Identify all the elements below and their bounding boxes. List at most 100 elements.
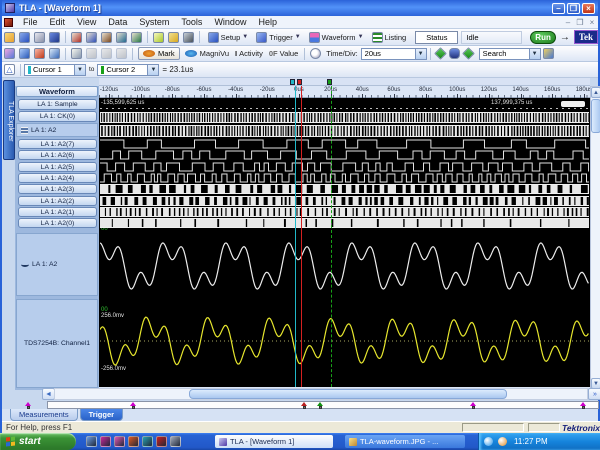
trigger-window-icon[interactable] (101, 32, 112, 43)
cursor-flag[interactable] (327, 79, 332, 85)
quick-launch-icon-2[interactable] (100, 436, 111, 447)
channel-label[interactable]: LA 1: A2(2) (18, 196, 97, 206)
magnivu-button[interactable]: MagniVu (182, 48, 232, 59)
channel-label[interactable]: LA 1: A2(6) (18, 150, 97, 160)
key-icon[interactable] (168, 32, 179, 43)
time-ruler[interactable]: -120us-100us-80us-60us-40us-20us0us20us4… (99, 86, 590, 98)
search-next-icon[interactable] (462, 47, 475, 60)
mark-button[interactable]: Mark (138, 47, 180, 60)
menu-item-system[interactable]: System (133, 16, 175, 28)
listing-window-icon[interactable] (131, 32, 142, 43)
properties-icon[interactable] (71, 48, 82, 59)
quick-launch-icon-6[interactable] (156, 436, 167, 447)
channel-label[interactable]: LA 1: Sample (18, 99, 97, 110)
channel-label[interactable]: LA 1: A2(5) (18, 162, 97, 172)
toolbar-cursor: △ Cursor 1▼ to Cursor 2▼ = 23.1us (2, 62, 598, 78)
highlight-pen-icon[interactable] (153, 32, 164, 43)
timediv-combo[interactable]: 20us▼ (361, 48, 427, 60)
print-icon[interactable] (34, 32, 45, 43)
vertical-scrollbar[interactable]: ▲ ▼ (590, 86, 600, 390)
channel-label[interactable]: LA 1: A2(7) (18, 139, 97, 149)
mark-overview-track[interactable] (47, 401, 599, 409)
channel-label[interactable]: LA 1: A2 (16, 123, 98, 137)
value-button[interactable]: 0FValue (266, 48, 301, 59)
save-icon[interactable] (19, 32, 30, 43)
start-button[interactable]: start (0, 433, 76, 450)
scope-channel-label[interactable]: TDS7254B: Channel1 (16, 299, 98, 388)
binoculars-icon[interactable] (449, 48, 460, 59)
hammer-icon[interactable] (183, 32, 194, 43)
horizontal-scroll-thumb[interactable] (189, 389, 507, 399)
cursor-flag[interactable] (290, 79, 295, 85)
activity-button[interactable]: IActivity (232, 48, 266, 59)
waveform-button[interactable]: Waveform▼ (304, 31, 367, 44)
child-minimize-button[interactable]: – (562, 17, 574, 28)
ruler-tick-label: 160us (535, 87, 569, 93)
menu-item-window[interactable]: Window (208, 16, 252, 28)
run-button[interactable]: Run (530, 31, 555, 44)
tray-icon-2[interactable] (498, 437, 507, 446)
tla-explorer-tab[interactable]: TLA Explorer (3, 80, 15, 160)
quick-launch-icon-7[interactable] (170, 436, 181, 447)
cursor-line-trigger[interactable] (301, 86, 302, 387)
trigger-button[interactable]: Trigger▼ (251, 31, 303, 44)
delta-draw-icon[interactable] (49, 48, 60, 59)
channel-label[interactable]: LA 1: A2(1) (18, 207, 97, 217)
cut-icon[interactable] (86, 48, 97, 59)
cursor-flag[interactable] (297, 79, 302, 85)
menu-item-help[interactable]: Help (252, 16, 283, 28)
zoom-icon[interactable] (310, 48, 321, 59)
copy-icon[interactable] (101, 48, 112, 59)
tab-measurements[interactable]: Measurements (10, 409, 78, 421)
quick-launch-icon-1[interactable] (86, 436, 97, 447)
search-prev-icon[interactable] (434, 47, 447, 60)
quick-launch-icon-3[interactable] (114, 436, 125, 447)
channel-label[interactable]: LA 1: A2(4) (18, 173, 97, 183)
taskbar-button-tla[interactable]: TLA - [Waveform 1] (215, 435, 333, 448)
scroll-up-button[interactable]: ▲ (591, 87, 600, 98)
cursor-line-cursor-2[interactable] (331, 86, 332, 387)
channel-label[interactable]: LA 1: CK(0) (18, 111, 97, 122)
expand-corner-button[interactable]: » (588, 388, 600, 400)
child-close-button[interactable]: × (586, 17, 598, 28)
tab-trigger[interactable]: Trigger (80, 409, 123, 421)
vertical-scroll-thumb[interactable] (591, 99, 600, 133)
status-button[interactable]: Status (415, 31, 458, 44)
cursor-flag-strip[interactable] (99, 78, 590, 86)
setup-window-icon[interactable] (86, 32, 97, 43)
paste-icon[interactable] (116, 48, 127, 59)
menu-item-edit[interactable]: Edit (44, 16, 72, 28)
quick-launch-icon-4[interactable] (128, 436, 139, 447)
cursor2-combo[interactable]: Cursor 2▼ (97, 64, 159, 76)
cursor-line-cursor-1[interactable] (295, 86, 296, 387)
inspect-icon[interactable] (34, 48, 45, 59)
flag-icon[interactable] (19, 48, 30, 59)
split-window-icon[interactable] (4, 48, 15, 59)
listing-button[interactable]: Listing (367, 31, 410, 44)
taskbar-button-image[interactable]: TLA-waveform.JPG - ... (345, 435, 465, 448)
minimize-button[interactable]: – (552, 3, 565, 14)
analog-channel-label[interactable]: LA 1: A2 (16, 233, 98, 296)
open-folder-icon[interactable] (4, 32, 15, 43)
channel-label[interactable]: LA 1: A2(3) (18, 184, 97, 194)
cursor1-combo[interactable]: Cursor 1▼ (24, 64, 86, 76)
search-options-icon[interactable] (543, 48, 554, 59)
search-combo[interactable]: Search▼ (479, 48, 541, 60)
menu-item-file[interactable]: File (17, 16, 44, 28)
tray-icon-1[interactable] (484, 437, 493, 446)
menu-item-data[interactable]: Data (102, 16, 133, 28)
close-button[interactable]: × (582, 3, 595, 14)
waveform-display[interactable]: -135,599,625 us 137,999,375 us 00 00 256… (99, 98, 590, 387)
channel-label[interactable]: LA 1: A2(0) (18, 218, 97, 228)
menu-item-view[interactable]: View (71, 16, 102, 28)
restore-button[interactable]: ❐ (567, 3, 580, 14)
screen-icon[interactable] (49, 32, 60, 43)
system-window-icon[interactable] (71, 32, 82, 43)
child-restore-button[interactable]: ❐ (574, 17, 586, 28)
menu-item-tools[interactable]: Tools (175, 16, 208, 28)
setup-button[interactable]: Setup▼ (203, 31, 252, 44)
quick-launch-icon-5[interactable] (142, 436, 153, 447)
child-window-icon[interactable] (4, 18, 13, 27)
waveform-window-icon[interactable] (116, 32, 127, 43)
delta-time-icon[interactable]: △ (4, 64, 15, 75)
